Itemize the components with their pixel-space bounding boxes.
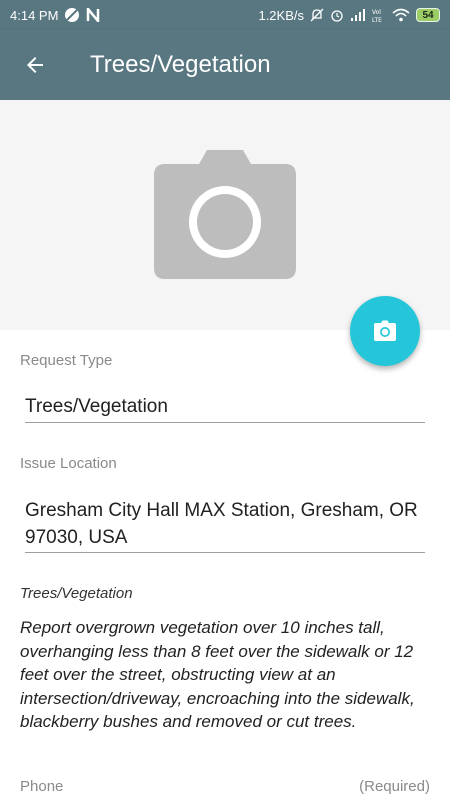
description-title: Trees/Vegetation xyxy=(20,585,133,602)
app-bar: Trees/Vegetation xyxy=(0,30,450,100)
status-bar: 4:14 PM 1.2KB/s Vol LTE 54 xyxy=(0,0,450,30)
status-right: 1.2KB/s Vol LTE 54 xyxy=(258,7,440,23)
issue-location-field[interactable]: Gresham City Hall MAX Station, Gresham, … xyxy=(25,497,425,551)
add-photo-button[interactable] xyxy=(350,296,420,366)
phone-label: Phone xyxy=(20,778,64,795)
signal-icon xyxy=(350,9,366,21)
battery-icon: 54 xyxy=(416,8,440,22)
phone-required-label: (Required) xyxy=(359,778,430,795)
network-speed: 1.2KB/s xyxy=(258,7,304,23)
issue-location-underline xyxy=(25,552,425,553)
request-type-label: Request Type xyxy=(20,352,113,369)
camera-icon xyxy=(374,320,396,341)
request-type-underline xyxy=(25,422,425,423)
camera-placeholder-icon xyxy=(154,150,296,279)
alarm-icon xyxy=(330,8,344,22)
n-notification-icon xyxy=(86,8,100,22)
arrow-back-icon xyxy=(27,57,43,73)
description-text: Report overgrown vegetation over 10 inch… xyxy=(20,618,415,731)
issue-location-label: Issue Location xyxy=(20,455,117,472)
back-button[interactable] xyxy=(0,30,70,100)
status-left: 4:14 PM xyxy=(10,7,100,23)
volte-icon: Vol LTE xyxy=(372,7,386,23)
page-title: Trees/Vegetation xyxy=(90,51,271,78)
request-type-field[interactable]: Trees/Vegetation xyxy=(25,393,425,420)
svg-text:Vol: Vol xyxy=(372,9,381,16)
svg-text:LTE: LTE xyxy=(372,17,382,23)
status-time: 4:14 PM xyxy=(10,7,59,23)
mute-icon xyxy=(310,8,324,22)
circle-slash-icon xyxy=(64,7,80,23)
wifi-icon xyxy=(392,8,410,22)
